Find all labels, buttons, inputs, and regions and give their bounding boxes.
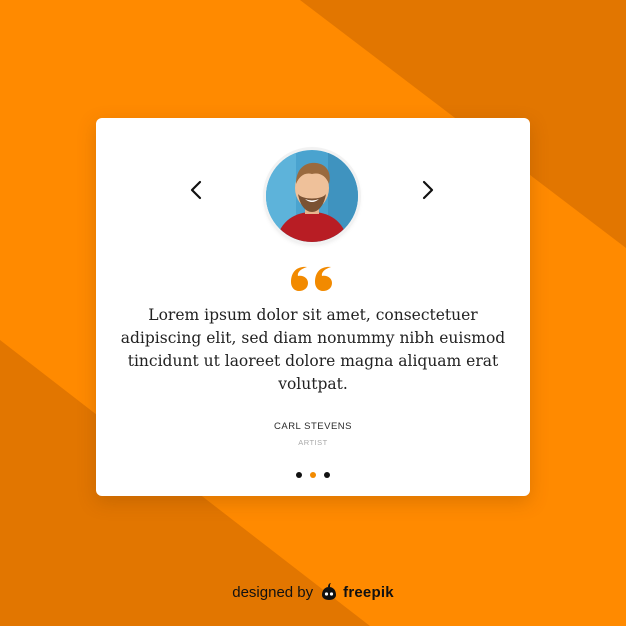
prev-button[interactable] xyxy=(181,172,211,208)
avatar-photo xyxy=(266,150,358,242)
pagination-dot-3[interactable] xyxy=(324,472,330,478)
author-role: ARTIST xyxy=(298,438,328,447)
credit-prefix: designed by xyxy=(232,583,314,601)
next-button[interactable] xyxy=(413,172,443,208)
author-name: CARL STEVENS xyxy=(274,421,352,432)
testimonial-text: Lorem ipsum dolor sit amet, consectetuer… xyxy=(120,306,506,393)
credit-brand[interactable]: freepik xyxy=(343,584,394,601)
chevron-left-icon xyxy=(190,180,202,200)
freepik-logo-icon xyxy=(322,583,337,600)
pagination-dot-1[interactable] xyxy=(296,472,302,478)
avatar xyxy=(266,150,358,242)
pagination-dot-2-active[interactable] xyxy=(310,472,316,478)
pagination-dots xyxy=(96,472,530,478)
credit-footer: designed by freepik xyxy=(0,582,626,602)
quote-icon xyxy=(291,266,332,291)
chevron-right-icon xyxy=(422,180,434,200)
